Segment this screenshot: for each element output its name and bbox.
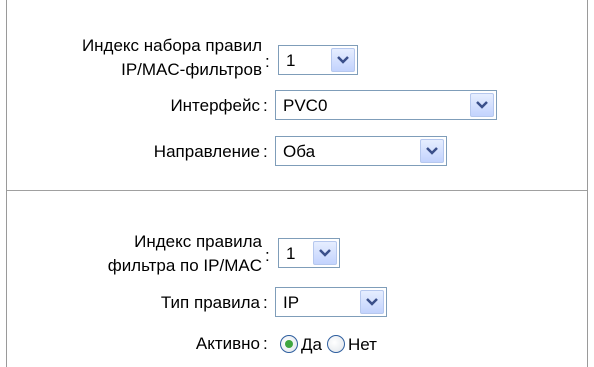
direction-value: Оба	[283, 142, 316, 161]
chevron-down-icon	[331, 48, 355, 72]
ruleset-index-value: 1	[286, 51, 296, 70]
rule-index-label-line2: фильтра по IP/MAC	[107, 256, 262, 275]
active-label: Активно	[195, 334, 260, 353]
interface-label: Интерфейс	[170, 96, 260, 115]
active-yes-radio[interactable]	[280, 335, 298, 353]
ruleset-index-label-line2: IP/MAC-фильтров	[121, 60, 262, 79]
rule-index-label: Индекс правила фильтра по IP/MAC	[20, 230, 262, 278]
rule-type-select[interactable]: IP	[275, 287, 387, 317]
active-no-label[interactable]: Нет	[348, 334, 377, 356]
colon: :	[263, 293, 268, 312]
chevron-down-icon	[360, 290, 384, 314]
colon: :	[263, 96, 268, 115]
chevron-down-icon	[313, 241, 337, 265]
colon: :	[265, 246, 270, 265]
ruleset-index-label-line1: Индекс набора правил	[81, 36, 262, 55]
rule-index-select[interactable]: 1	[278, 238, 340, 268]
interface-select[interactable]: PVC0	[275, 90, 497, 120]
rule-type-value: IP	[283, 293, 300, 312]
colon: :	[263, 334, 268, 353]
active-yes-label[interactable]: Да	[301, 334, 322, 356]
direction-select[interactable]: Оба	[275, 136, 447, 166]
rule-index-label-line1: Индекс правила	[134, 232, 262, 251]
colon: :	[263, 142, 268, 161]
rule-type-label: Тип правила	[160, 293, 260, 312]
active-no-radio[interactable]	[327, 335, 345, 353]
ruleset-index-label: Индекс набора правил IP/MAC-фильтров	[20, 34, 262, 82]
chevron-down-icon	[420, 139, 444, 163]
ruleset-index-select[interactable]: 1	[278, 45, 358, 75]
direction-label: Направление	[153, 142, 260, 161]
rule-index-value: 1	[286, 244, 296, 263]
radio-selected-dot	[285, 340, 293, 348]
chevron-down-icon	[470, 93, 494, 117]
section-divider	[7, 190, 587, 191]
colon: :	[265, 52, 270, 71]
interface-value: PVC0	[283, 96, 328, 115]
